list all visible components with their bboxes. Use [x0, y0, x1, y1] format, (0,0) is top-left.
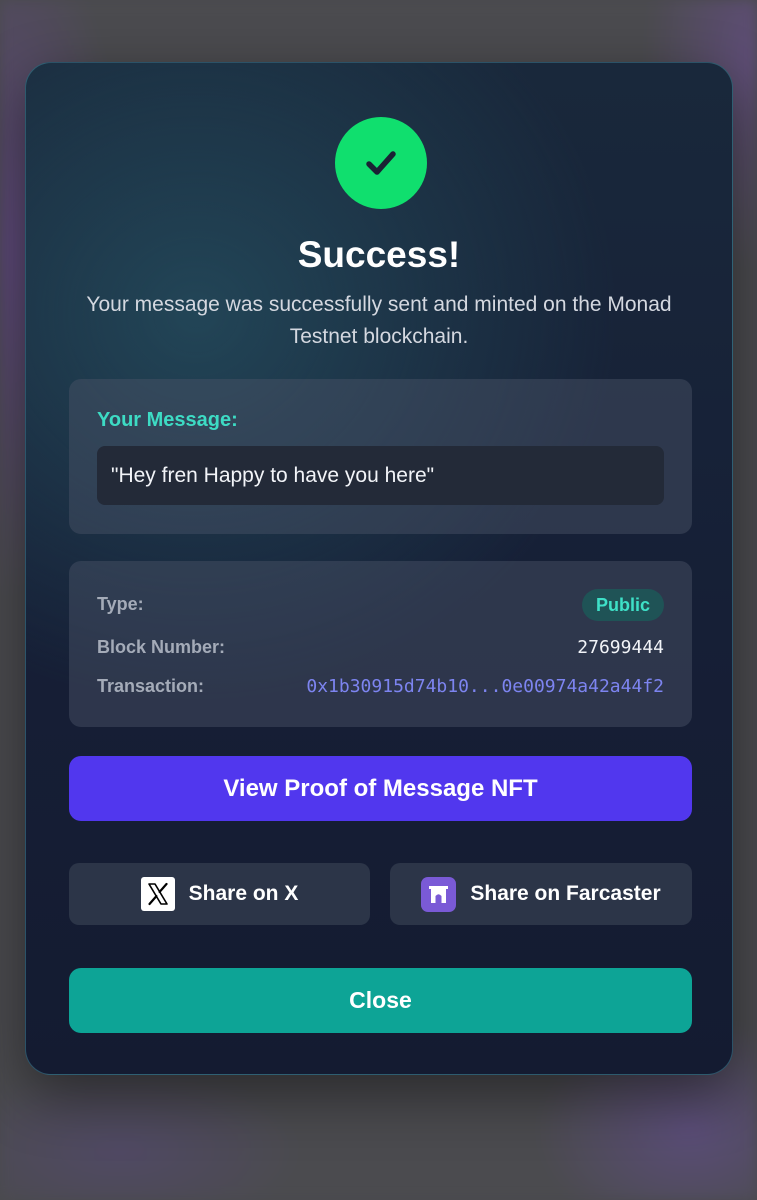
share-on-x-label: Share on X: [188, 882, 299, 905]
view-proof-nft-label: View Proof of Message NFT: [223, 774, 538, 802]
message-text: "Hey fren Happy to have you here": [111, 463, 435, 487]
message-text-box: "Hey fren Happy to have you here": [97, 446, 664, 505]
share-on-farcaster-label: Share on Farcaster: [470, 882, 661, 905]
close-button-label: Close: [349, 987, 412, 1013]
success-check-icon: [335, 117, 427, 209]
type-badge: Public: [581, 589, 664, 621]
share-on-x-button[interactable]: Share on X: [69, 863, 370, 925]
transaction-details-card: Type: Public Block Number: 27699444 Tran…: [69, 561, 692, 727]
modal-title: Success!: [297, 234, 461, 275]
success-modal: Success! Your message was successfully s…: [25, 62, 733, 1075]
close-button[interactable]: Close: [69, 968, 692, 1033]
transaction-label: Transaction:: [97, 676, 205, 696]
block-number-value: 27699444: [577, 637, 664, 658]
x-logo-icon: [140, 877, 175, 911]
share-on-farcaster-button[interactable]: Share on Farcaster: [390, 863, 692, 925]
block-number-label: Block Number:: [97, 637, 226, 657]
view-proof-nft-button[interactable]: View Proof of Message NFT: [69, 756, 692, 821]
transaction-hash-link[interactable]: 0x1b30915d74b10...0e00974a42a44f2: [306, 676, 664, 697]
modal-subtitle: Your message was successfully sent and m…: [86, 293, 672, 348]
message-label: Your Message:: [97, 409, 238, 431]
farcaster-logo-icon: [421, 876, 457, 912]
message-card: Your Message: "Hey fren Happy to have yo…: [69, 379, 692, 534]
type-label: Type:: [97, 594, 144, 614]
